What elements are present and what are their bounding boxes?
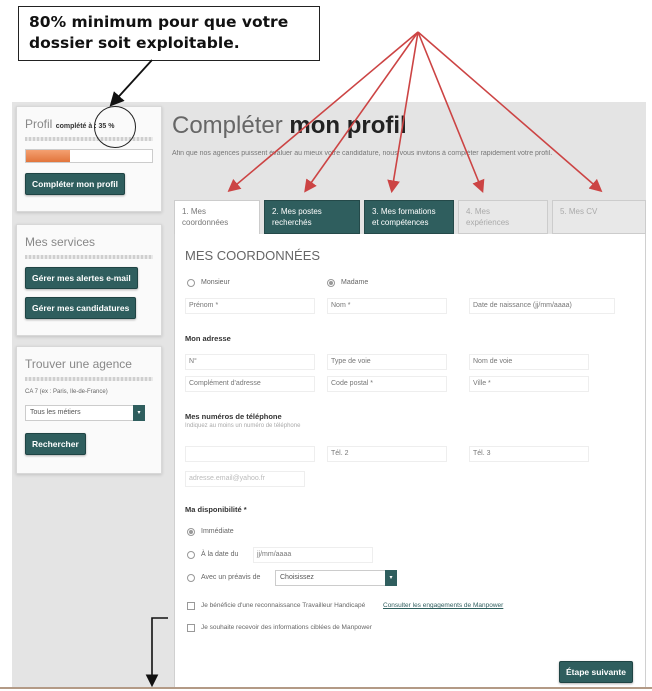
jobs-select-value: Tous les métiers: [30, 409, 81, 416]
sidebar: Profil complété à : 35 % Compléter mon p…: [12, 102, 162, 688]
radio-notice[interactable]: [187, 574, 195, 582]
availability-title: Ma disponibilité *: [185, 505, 247, 514]
phone-3-field[interactable]: Tél. 3: [469, 446, 589, 462]
tab-label: 1. Mes: [182, 207, 207, 216]
phones-hint: Indiquez au moins un numéro de téléphone: [185, 423, 301, 429]
highlight-circle: [94, 106, 136, 148]
radio-immediate[interactable]: [187, 528, 195, 536]
profile-progress-bar: [25, 149, 153, 163]
address-title: Mon adresse: [185, 334, 231, 343]
agency-location[interactable]: CA 7 (ex : Paris, Ile-de-France): [25, 389, 153, 395]
search-agency-button[interactable]: Rechercher: [25, 433, 86, 455]
handicap-label: Je bénéficie d'une reconnaissance Travai…: [201, 602, 366, 609]
jobs-select[interactable]: Tous les métiers ▾: [25, 405, 145, 421]
page-bottom-line: [0, 687, 652, 689]
intro-text: Afin que nos agences puissent évaluer au…: [172, 150, 553, 157]
lastname-field[interactable]: Nom *: [327, 298, 447, 314]
tab-label: recherchés: [272, 218, 312, 227]
street-name-field[interactable]: Nom de voie: [469, 354, 589, 370]
manage-applications-button[interactable]: Gérer mes candidatures: [25, 297, 137, 319]
page-title-bold: mon profil: [289, 112, 407, 139]
agency-title: Trouver une agence: [25, 357, 132, 371]
phone-2-field[interactable]: Tél. 2: [327, 446, 447, 462]
chevron-down-icon: ▾: [133, 405, 145, 421]
profile-box: Profil complété à : 35 % Compléter mon p…: [16, 106, 162, 212]
tab-label: 5. Mes CV: [560, 207, 598, 216]
tab-label: coordonnées: [182, 218, 229, 227]
availability-date-field[interactable]: jj/mm/aaaa: [253, 547, 373, 563]
complete-profile-button[interactable]: Compléter mon profil: [25, 173, 125, 195]
profile-label: Profil: [25, 117, 53, 131]
phone-1-field[interactable]: [185, 446, 315, 462]
chevron-down-icon: ▾: [385, 570, 397, 586]
newsletter-checkbox[interactable]: [187, 624, 195, 632]
radio-immediate-label: Immédiate: [201, 528, 234, 535]
tab-cv[interactable]: 5. Mes CV: [552, 200, 646, 234]
tab-label: 4. Mes: [466, 207, 491, 216]
radio-madame[interactable]: [327, 279, 335, 287]
callout-line-1: 80% minimum pour que votre: [29, 13, 289, 31]
divider: [25, 377, 153, 381]
notice-select[interactable]: Choisissez ▾: [275, 570, 397, 586]
street-number-field[interactable]: N°: [185, 354, 315, 370]
services-box: Mes services Gérer mes alertes e-mail Gé…: [16, 224, 162, 336]
newsletter-label: Je souhaite recevoir des informations ci…: [201, 624, 372, 631]
radio-monsieur[interactable]: [187, 279, 195, 287]
tab-experiences[interactable]: 4. Mes expériences: [458, 200, 548, 234]
radio-date-label: À la date du: [201, 551, 239, 558]
tab-label: 3. Mes formations: [372, 207, 436, 216]
radio-date[interactable]: [187, 551, 195, 559]
radio-madame-label: Madame: [341, 279, 369, 286]
services-title: Mes services: [25, 235, 96, 249]
birthdate-field[interactable]: Date de naissance (jj/mm/aaaa): [469, 298, 615, 314]
radio-monsieur-label: Monsieur: [201, 279, 230, 286]
arrow-to-completion: [109, 59, 153, 107]
postal-code-field[interactable]: Code postal *: [327, 376, 447, 392]
tab-formations[interactable]: 3. Mes formations et compétences: [364, 200, 454, 234]
engagements-link[interactable]: Consulter les engagements de Manpower: [383, 602, 503, 609]
email-field[interactable]: adresse.email@yahoo.fr: [185, 471, 305, 487]
street-type-field[interactable]: Type de voie: [327, 354, 447, 370]
tab-label: expériences: [466, 218, 510, 227]
divider: [25, 137, 153, 141]
notice-select-value: Choisissez: [280, 574, 314, 581]
steps-tabs: 1. Mes coordonnées 2. Mes postes recherc…: [174, 200, 646, 235]
page-title: Compléter mon profil: [172, 112, 407, 140]
radio-notice-label: Avec un préavis de: [201, 574, 261, 581]
manage-alerts-button[interactable]: Gérer mes alertes e-mail: [25, 267, 138, 289]
address-complement-field[interactable]: Complément d'adresse: [185, 376, 315, 392]
phones-title: Mes numéros de téléphone: [185, 412, 282, 421]
form-panel: MES COORDONNÉES Monsieur Madame Prénom *…: [174, 234, 646, 688]
tab-postes[interactable]: 2. Mes postes recherchés: [264, 200, 360, 234]
firstname-field[interactable]: Prénom *: [185, 298, 315, 314]
profile-progress-fill: [26, 150, 71, 162]
divider: [25, 255, 153, 259]
section-title: MES COORDONNÉES: [185, 248, 321, 263]
handicap-checkbox[interactable]: [187, 602, 195, 610]
tab-coordonnees[interactable]: 1. Mes coordonnées: [174, 200, 260, 235]
profile-page: Profil complété à : 35 % Compléter mon p…: [12, 102, 646, 688]
agency-box: Trouver une agence CA 7 (ex : Paris, Ile…: [16, 346, 162, 474]
tab-label: 2. Mes postes: [272, 207, 322, 216]
callout-line-2: dossier soit exploitable.: [29, 34, 240, 52]
city-field[interactable]: Ville *: [469, 376, 589, 392]
main-content: Compléter mon profil Afin que nos agence…: [168, 102, 646, 688]
page-title-light: Compléter: [172, 112, 283, 139]
annotation-callout: 80% minimum pour que votre dossier soit …: [18, 6, 320, 61]
next-step-button[interactable]: Étape suivante: [559, 661, 633, 683]
tab-label: et compétences: [372, 218, 429, 227]
